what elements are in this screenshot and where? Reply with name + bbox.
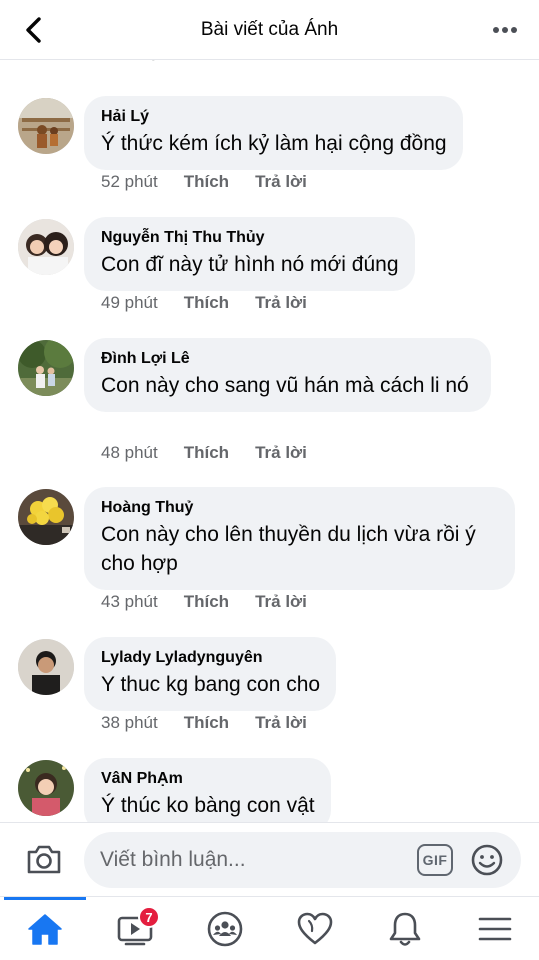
- comment-time: 38 phút: [101, 713, 158, 732]
- tab-groups[interactable]: [180, 897, 270, 960]
- comment-actions: 38 phút Thích Trả lời: [101, 712, 307, 734]
- avatar[interactable]: [18, 760, 74, 816]
- avatar[interactable]: [18, 639, 74, 695]
- like-button[interactable]: Thích: [184, 171, 229, 193]
- comment-actions: 48 phút Thích Trả lời: [101, 442, 307, 464]
- comment-text: Con đĩ này tử hình nó mới đúng: [101, 253, 399, 276]
- notification-badge: 7: [138, 906, 160, 928]
- comment-author[interactable]: Đình Lợi Lê: [101, 349, 475, 369]
- comment-input-container: GIF: [84, 832, 521, 888]
- comment-text: Con này cho lên thuyền du lịch vừa rồi ý…: [101, 523, 476, 575]
- bottom-navigation: 7: [0, 896, 539, 960]
- comment-bubble: Hoàng Thuỷ Con này cho lên thuyền du lịc…: [84, 487, 515, 590]
- dating-heart-icon: [297, 912, 333, 945]
- avatar[interactable]: [18, 219, 74, 275]
- like-button[interactable]: Thích: [184, 292, 229, 314]
- menu-icon: [478, 917, 512, 941]
- like-button[interactable]: Thích: [184, 442, 229, 464]
- more-horizontal-icon: [493, 27, 517, 33]
- comment-text: Con này cho sang vũ hán mà cách li nó: [101, 374, 469, 397]
- like-button[interactable]: Thích: [184, 712, 229, 734]
- comment-actions: 43 phút Thích Trả lời: [101, 591, 307, 613]
- bell-icon: [389, 912, 421, 946]
- tab-video[interactable]: 7: [90, 897, 180, 960]
- more-options-button[interactable]: [489, 14, 521, 46]
- back-button[interactable]: [18, 14, 50, 46]
- home-icon: [28, 914, 62, 945]
- tab-notifications[interactable]: [360, 897, 450, 960]
- camera-icon: [27, 845, 61, 874]
- comment-time: 49 phút: [101, 293, 158, 312]
- like-button[interactable]: Thích: [184, 591, 229, 613]
- comment-bubble: VâN PhẠm Ý thúc ko bàng con vật: [84, 758, 331, 822]
- comment-author[interactable]: Hải Lý: [101, 107, 447, 127]
- reply-button[interactable]: Trả lời: [255, 591, 307, 613]
- comment-list: Hải Lý Ý thức kém ích kỷ làm hại cộng đồ…: [0, 60, 539, 822]
- comment-author[interactable]: VâN PhẠm: [101, 769, 315, 789]
- comment-author[interactable]: Nguyễn Thị Thu Thủy: [101, 228, 399, 248]
- comment-time: 48 phút: [101, 443, 158, 462]
- comment-actions: 49 phút Thích Trả lời: [101, 292, 307, 314]
- comment-bubble: Nguyễn Thị Thu Thủy Con đĩ này tử hình n…: [84, 217, 415, 291]
- avatar[interactable]: [18, 98, 74, 154]
- gif-button[interactable]: GIF: [417, 844, 453, 876]
- comment-time: 52 phút: [101, 172, 158, 191]
- reply-button[interactable]: Trả lời: [255, 712, 307, 734]
- top-bar: Bài viết của Ánh: [0, 0, 539, 60]
- page-title: Bài viết của Ánh: [200, 18, 339, 40]
- camera-button[interactable]: [24, 839, 64, 879]
- emoji-icon: [471, 844, 503, 876]
- comment-bubble: Lylady Lyladynguyên Y thuc kg bang con c…: [84, 637, 337, 711]
- comment-author[interactable]: Hoàng Thuỷ: [101, 498, 499, 518]
- reply-button[interactable]: Trả lời: [255, 442, 307, 464]
- comment-composer: GIF: [0, 822, 539, 896]
- tab-dating[interactable]: [270, 897, 360, 960]
- groups-icon: [207, 911, 243, 947]
- avatar[interactable]: [18, 340, 74, 396]
- reply-button[interactable]: Trả lời: [255, 292, 307, 314]
- tab-home[interactable]: [0, 897, 90, 960]
- comment-actions: 52 phút Thích Trả lời: [101, 171, 307, 193]
- chevron-left-icon: [26, 17, 41, 43]
- reply-button[interactable]: Trả lời: [255, 171, 307, 193]
- comment-bubble: Hải Lý Ý thức kém ích kỷ làm hại cộng đồ…: [84, 96, 463, 170]
- comment-text: Ý thức kém ích kỷ làm hại cộng đồng: [101, 132, 447, 155]
- comment-bubble: Đình Lợi Lê Con này cho sang vũ hán mà c…: [84, 338, 491, 412]
- comment-input[interactable]: [100, 832, 400, 888]
- avatar[interactable]: [18, 489, 74, 545]
- tab-menu[interactable]: [450, 897, 539, 960]
- comment-text: Y thuc kg bang con cho: [101, 673, 321, 696]
- comment-time: 43 phút: [101, 592, 158, 611]
- emoji-button[interactable]: [469, 842, 505, 878]
- comment-text: Ý thúc ko bàng con vật: [101, 794, 315, 817]
- comment-author[interactable]: Lylady Lyladynguyên: [101, 648, 320, 668]
- active-tab-indicator: [4, 897, 86, 900]
